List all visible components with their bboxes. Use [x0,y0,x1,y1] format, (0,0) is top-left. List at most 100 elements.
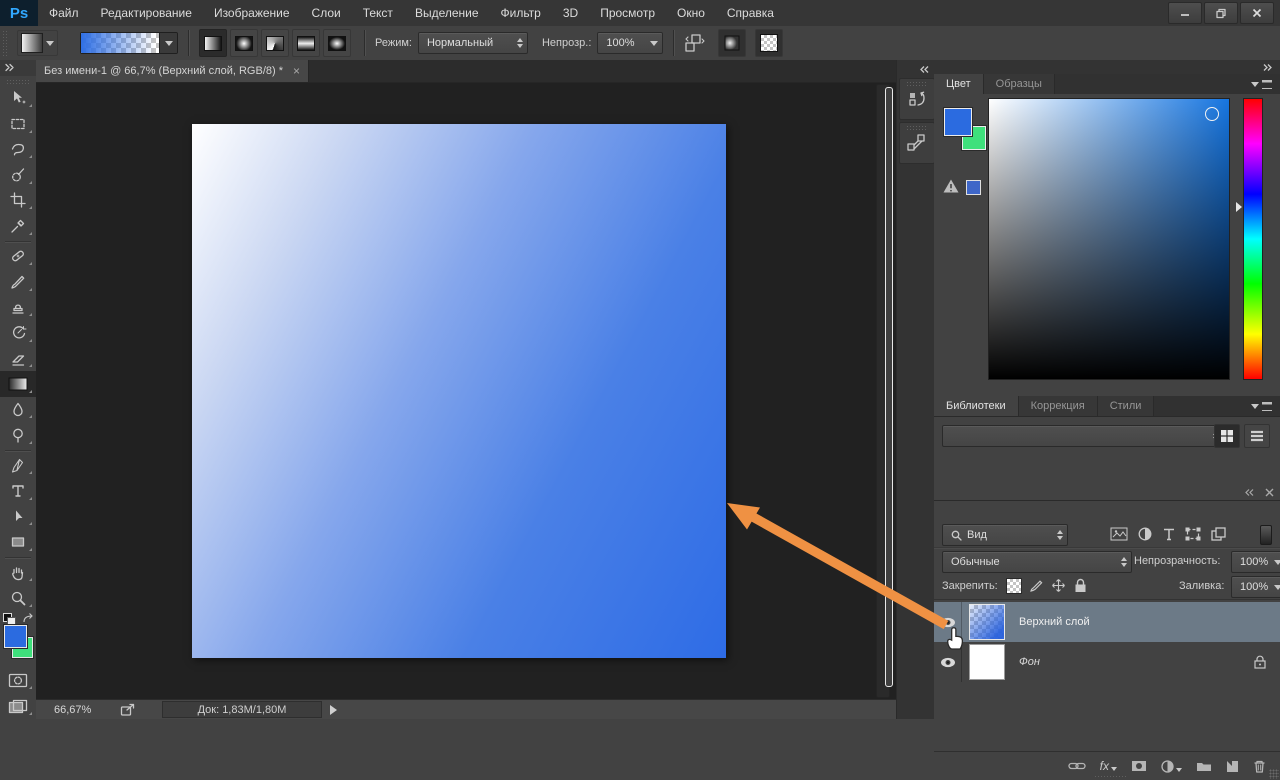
diamond-gradient-button[interactable] [323,29,351,57]
filter-pixel-layers-icon[interactable] [1110,527,1128,541]
menu-select[interactable]: Выделение [404,0,490,26]
collapse-icon[interactable] [1244,488,1255,497]
menu-edit[interactable]: Редактирование [90,0,203,26]
tab-adjustments[interactable]: Коррекция [1019,396,1098,416]
tab-swatches[interactable]: Образцы [984,74,1055,94]
clone-stamp-tool[interactable] [0,295,36,321]
move-tool[interactable] [0,86,36,112]
tab-color[interactable]: Цвет [934,74,984,94]
angle-gradient-button[interactable] [261,29,289,57]
panel-resize-grip[interactable] [1094,775,1128,779]
blur-tool[interactable] [0,397,36,423]
screen-mode-button[interactable] [0,693,36,719]
layer-style-button[interactable]: fx [1100,759,1117,773]
eraser-tool[interactable] [0,346,36,372]
swap-colors-icon[interactable] [22,613,35,625]
layer-visibility-toggle[interactable] [934,642,962,682]
scrollbar-thumb[interactable] [885,87,893,687]
add-mask-icon[interactable] [1131,760,1147,772]
menu-filter[interactable]: Фильтр [490,0,552,26]
filter-adjustment-layers-icon[interactable] [1138,527,1152,541]
dodge-tool[interactable] [0,422,36,448]
zoom-tool[interactable] [0,585,36,611]
panel-foreground-swatch[interactable] [944,108,972,136]
tool-preset-picker[interactable] [17,30,58,56]
canvas-document[interactable] [192,124,726,658]
history-panel-button[interactable] [899,78,935,120]
tab-libraries[interactable]: Библиотеки [934,396,1019,416]
new-group-icon[interactable] [1196,760,1212,772]
expand-panels-icon[interactable] [1262,63,1274,72]
pen-tool[interactable] [0,453,36,479]
opacity-select[interactable]: 100% [597,32,663,54]
reverse-gradient-toggle[interactable] [684,33,706,53]
link-layers-icon[interactable] [1068,761,1086,771]
tab-close-icon[interactable]: × [293,65,300,77]
share-icon[interactable] [120,703,136,717]
transparency-toggle[interactable] [755,29,783,57]
type-tool[interactable] [0,478,36,504]
filter-shape-layers-icon[interactable] [1185,527,1201,541]
options-bar-grip[interactable] [2,30,9,56]
status-menu-arrow-icon[interactable] [330,705,337,715]
color-field[interactable] [988,98,1230,380]
color-panel-menu-button[interactable] [1251,80,1272,89]
quick-mask-button[interactable] [0,668,36,694]
layer-name[interactable]: Верхний слой [1019,616,1090,628]
tab-styles[interactable]: Стили [1098,396,1155,416]
gamut-warning-icon[interactable] [942,178,960,194]
vertical-scrollbar[interactable] [876,84,890,698]
tools-panel-grip[interactable] [6,79,30,84]
filter-type-layers-icon[interactable] [1162,527,1176,541]
gradient-tool[interactable] [0,371,36,397]
hue-bar[interactable] [1243,98,1263,380]
properties-panel-button[interactable] [899,122,935,164]
color-field-cursor[interactable] [1205,107,1219,121]
libraries-panel-menu-button[interactable] [1251,402,1272,411]
menu-type[interactable]: Текст [352,0,404,26]
lock-transparency-icon[interactable] [1006,578,1022,594]
quick-selection-tool[interactable] [0,162,36,188]
list-view-button[interactable] [1244,424,1270,448]
layer-fill-select[interactable]: 100% [1231,576,1280,598]
restore-button[interactable] [1204,2,1238,24]
gradient-editor-button[interactable] [80,32,178,54]
lasso-tool[interactable] [0,137,36,163]
hand-tool[interactable] [0,560,36,586]
menu-file[interactable]: Файл [38,0,90,26]
add-adjustment-layer-button[interactable] [1161,760,1182,773]
filter-smart-objects-icon[interactable] [1211,527,1226,541]
layer-filter-switch[interactable] [1260,525,1272,545]
layer-name[interactable]: Фон [1019,656,1040,668]
layer-filter-select[interactable]: Вид [942,524,1068,546]
path-selection-tool[interactable] [0,504,36,530]
crop-tool[interactable] [0,188,36,214]
library-select[interactable] [942,425,1224,447]
lock-position-icon[interactable] [1051,578,1066,593]
tools-panel-header[interactable] [0,60,36,76]
radial-gradient-button[interactable] [230,29,258,57]
layer-thumbnail-white[interactable] [969,644,1005,680]
rectangular-marquee-tool[interactable] [0,111,36,137]
gradient-preview[interactable] [81,33,159,53]
gamut-safe-color-swatch[interactable] [966,180,981,195]
zoom-level-field[interactable]: 66,67% [54,704,120,716]
layer-visibility-toggle[interactable] [934,602,962,642]
blend-mode-select[interactable]: Нормальный [418,32,528,54]
layer-row-background[interactable]: Фон [934,642,1280,682]
document-size-field[interactable]: Док: 1,83М/1,80М [162,701,322,718]
hue-slider[interactable] [1236,202,1242,212]
lock-pixels-icon[interactable] [1029,578,1044,593]
new-layer-icon[interactable] [1226,760,1239,773]
lock-all-icon[interactable] [1074,578,1087,593]
minimize-button[interactable] [1168,2,1202,24]
blend-mode-layers-select[interactable]: Обычные [942,551,1132,573]
history-brush-tool[interactable] [0,320,36,346]
reflected-gradient-button[interactable] [292,29,320,57]
brush-tool[interactable] [0,269,36,295]
layer-row-top[interactable]: Верхний слой [934,602,1280,642]
document-tab[interactable]: Без имени-1 @ 66,7% (Верхний слой, RGB/8… [36,60,309,82]
dither-toggle[interactable] [718,29,746,57]
menu-3d[interactable]: 3D [552,0,589,26]
linear-gradient-button[interactable] [199,29,227,57]
